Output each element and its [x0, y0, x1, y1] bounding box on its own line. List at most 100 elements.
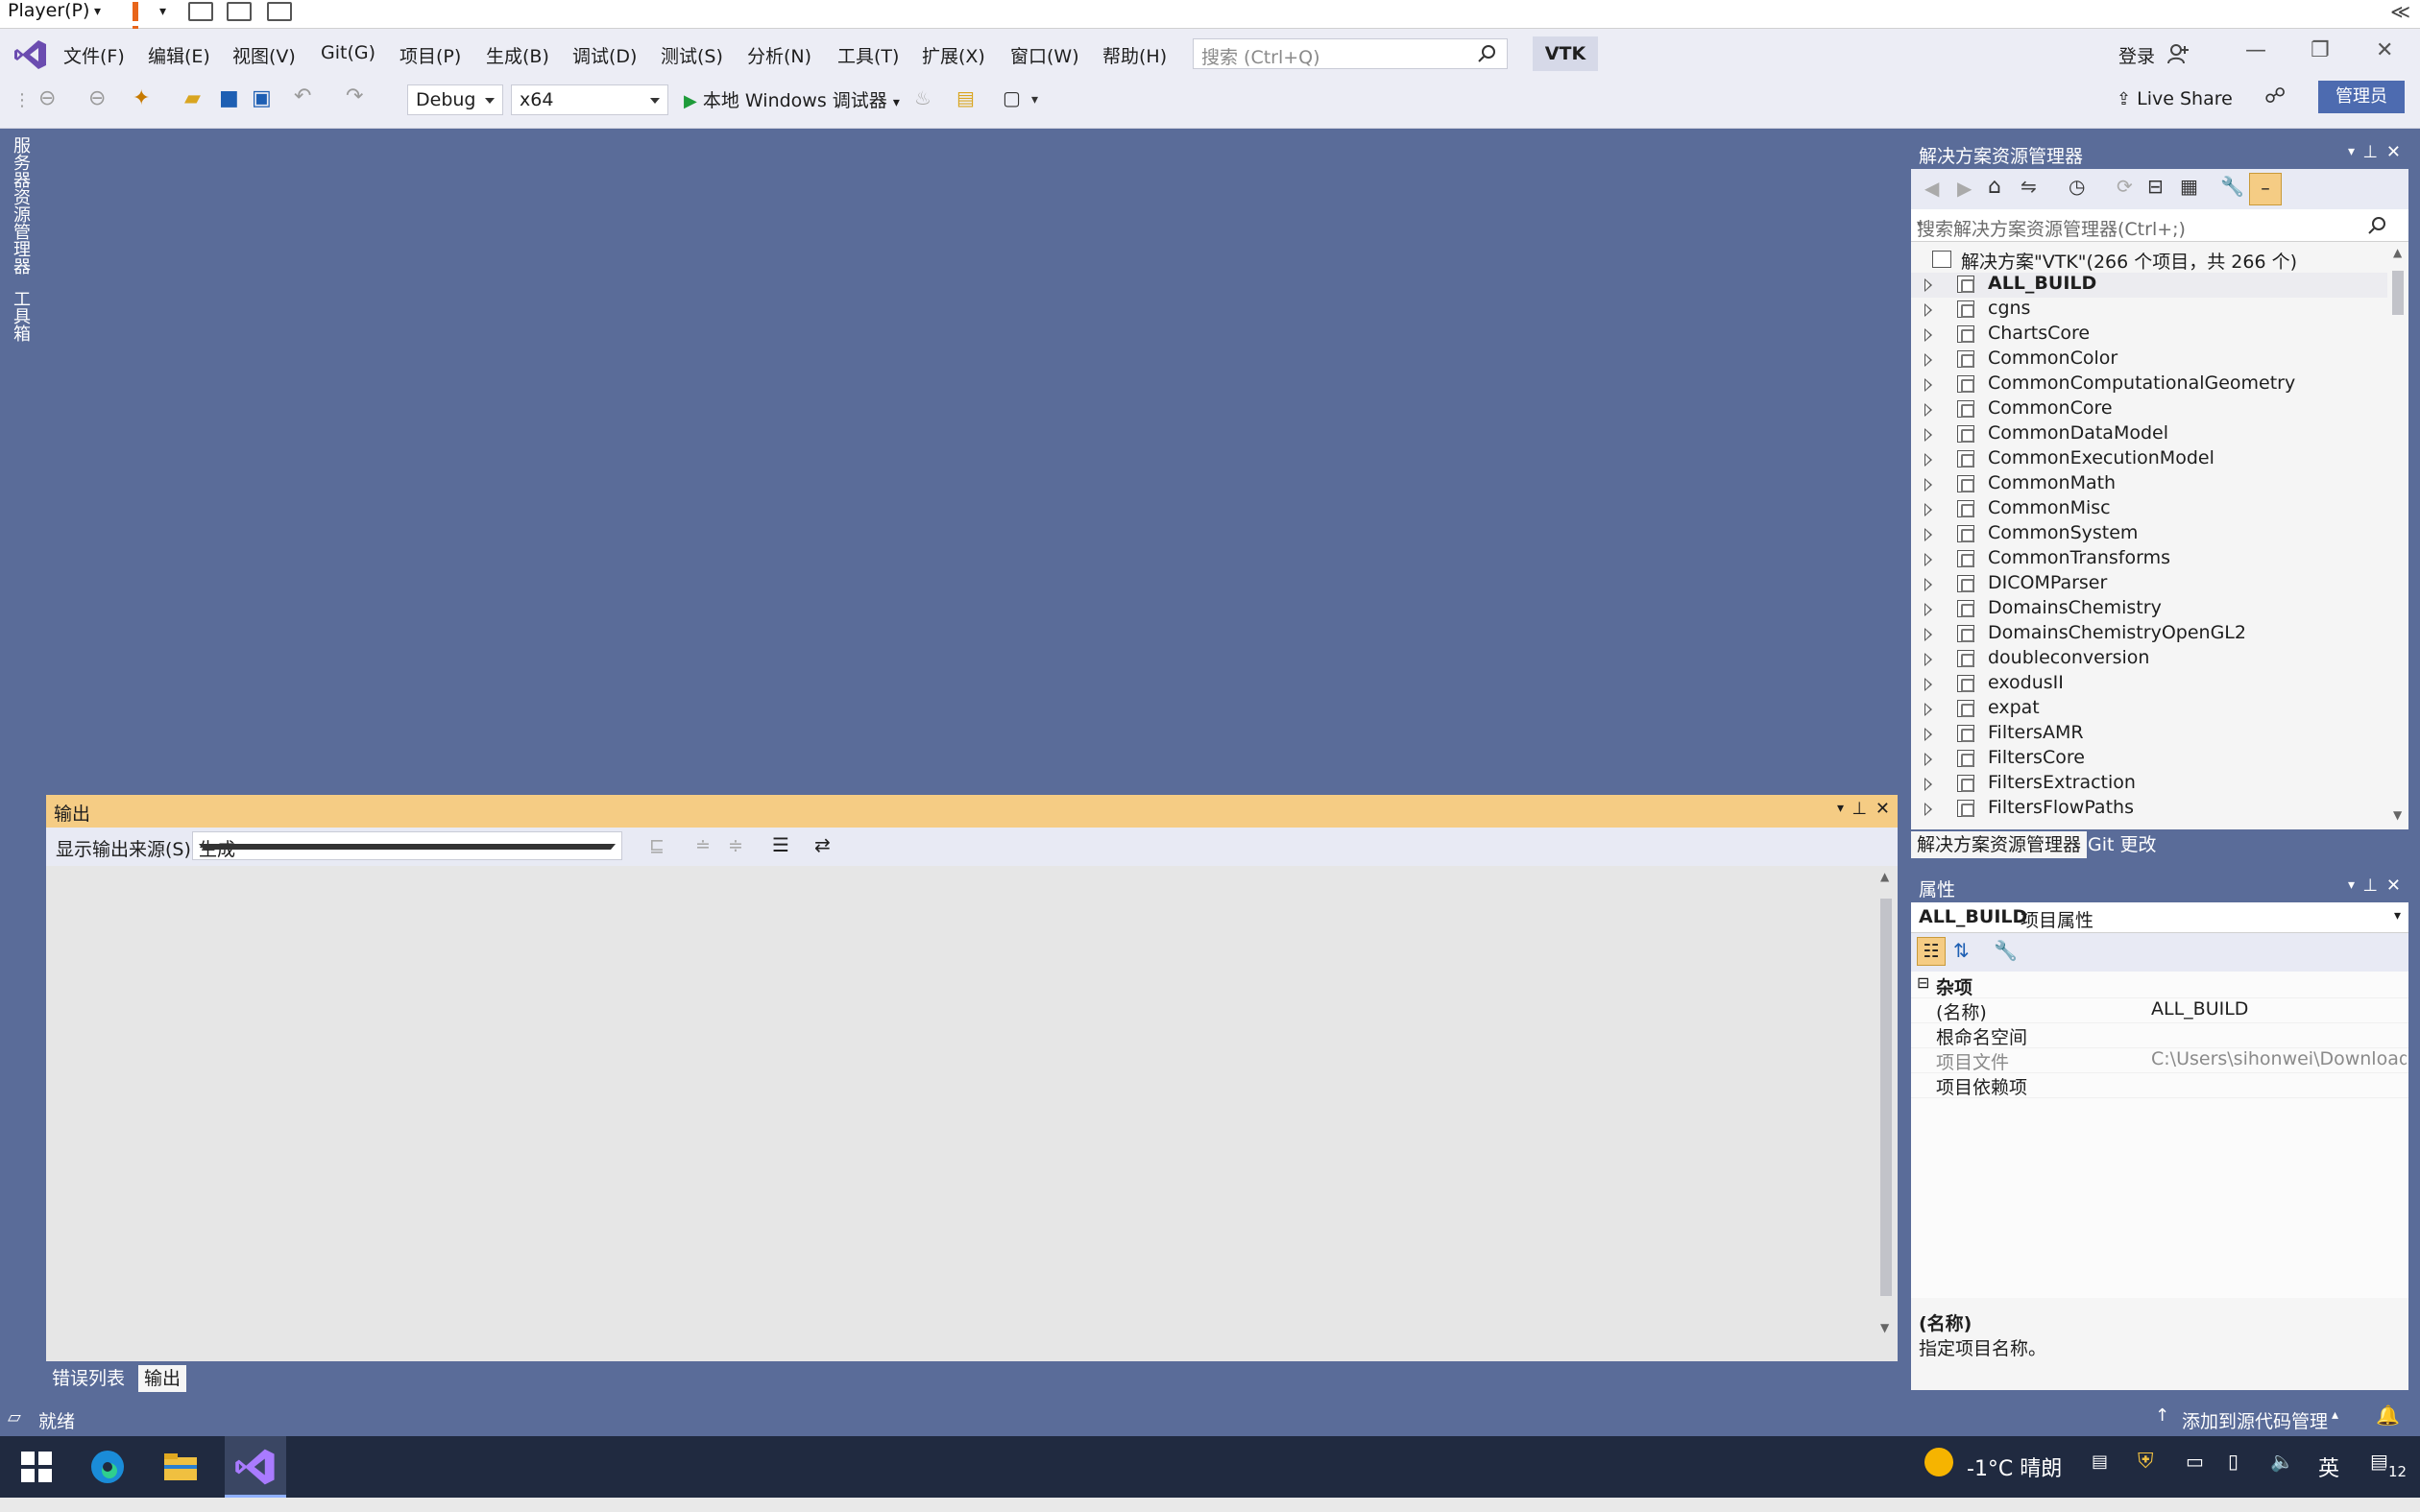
output-text-area[interactable]	[46, 866, 1898, 1361]
menu-analyze[interactable]: 分析(N)	[747, 42, 811, 68]
show-all-files-icon[interactable]: ▦	[2180, 175, 2198, 198]
property-row[interactable]: 项目依赖项	[1911, 1073, 2408, 1098]
menu-project[interactable]: 项目(P)	[399, 42, 461, 68]
find-in-files-icon[interactable]: ▤	[956, 86, 975, 109]
display-icon[interactable]: ▭	[2186, 1450, 2204, 1473]
expand-arrow-icon[interactable]	[1924, 778, 1932, 791]
server-explorer-tab[interactable]: 服务器资源管理器	[8, 136, 33, 275]
restore-icon[interactable]: ❐	[2311, 38, 2330, 62]
clear-all-icon[interactable]: ☰	[772, 833, 789, 856]
screenshot-icon[interactable]: ▢	[1003, 86, 1021, 109]
security-icon[interactable]: ⛨	[2138, 1450, 2154, 1474]
menu-test[interactable]: 测试(S)	[661, 42, 723, 68]
expand-arrow-icon[interactable]	[1924, 528, 1932, 541]
project-node[interactable]: FiltersExtraction	[1911, 772, 2387, 797]
sync-icon[interactable]: ⟳	[2117, 175, 2133, 198]
expand-arrow-icon[interactable]	[1924, 328, 1932, 342]
minimize-icon[interactable]: —	[2245, 38, 2266, 62]
send-ctrl-alt-del-icon[interactable]	[188, 2, 213, 21]
toolbar-overflow-icon[interactable]: ▾	[1031, 92, 1038, 108]
save-icon[interactable]: ■	[219, 86, 239, 110]
project-node[interactable]: CommonExecutionModel	[1911, 447, 2387, 472]
switch-views-icon[interactable]: ⇋	[2021, 175, 2037, 198]
project-node[interactable]: exodusII	[1911, 672, 2387, 697]
feedback-icon[interactable]: ☍	[2264, 84, 2286, 108]
expand-arrow-icon[interactable]	[1924, 653, 1932, 666]
menu-debug[interactable]: 调试(D)	[572, 42, 637, 68]
menu-tools[interactable]: 工具(T)	[837, 42, 899, 68]
project-node[interactable]: CommonCore	[1911, 397, 2387, 422]
window-position-icon[interactable]: ▾	[2348, 144, 2355, 159]
project-node[interactable]: DomainsChemistry	[1911, 597, 2387, 622]
visual-studio-taskbar-button[interactable]	[225, 1436, 286, 1498]
forward-icon[interactable]: ▶	[1957, 177, 1972, 200]
undo-icon[interactable]: ↶	[294, 84, 311, 108]
menu-extensions[interactable]: 扩展(X)	[922, 42, 985, 68]
pin-icon[interactable]: ⊥	[1851, 799, 1867, 819]
search-options-icon[interactable]: ▾	[1917, 217, 2405, 230]
collapse-icon[interactable]: ≪	[2390, 0, 2410, 23]
project-node[interactable]: DICOMParser	[1911, 572, 2387, 597]
unity-icon[interactable]	[267, 2, 292, 21]
output-vertical-scrollbar[interactable]: ▲ ▼	[1875, 866, 1898, 1342]
solution-tree-scrollbar[interactable]: ▲ ▼	[2387, 242, 2408, 829]
expand-arrow-icon[interactable]	[1924, 753, 1932, 766]
property-value[interactable]: ALL_BUILD	[2151, 998, 2407, 1020]
close-icon[interactable]: ✕	[2386, 142, 2401, 162]
solution-name-badge[interactable]: VTK	[1533, 36, 1598, 71]
project-node[interactable]: CommonMisc	[1911, 497, 2387, 522]
back-icon[interactable]: ◀	[1924, 177, 1939, 200]
live-share-button[interactable]: ⇪ Live Share	[2117, 88, 2233, 109]
expand-arrow-icon[interactable]	[1924, 503, 1932, 516]
weather-sun-icon[interactable]	[1924, 1448, 1953, 1476]
pause-dropdown-icon[interactable]: ▾	[159, 4, 166, 19]
property-row[interactable]: 项目文件 C:\Users\sihonwei\Downloads\V	[1911, 1048, 2408, 1073]
project-node[interactable]: cgns	[1911, 298, 2387, 323]
fullscreen-icon[interactable]	[227, 2, 252, 21]
tab-error-list[interactable]: 错误列表	[46, 1365, 131, 1392]
input-method-indicator[interactable]: 英	[2318, 1452, 2339, 1482]
project-node[interactable]: doubleconversion	[1911, 647, 2387, 672]
scroll-up-icon[interactable]: ▲	[1880, 870, 1889, 883]
home-icon[interactable]: ⌂	[1988, 175, 2001, 199]
open-file-icon[interactable]: ▰	[184, 86, 201, 110]
expand-arrow-icon[interactable]	[1924, 578, 1932, 591]
tab-solution-explorer[interactable]: 解决方案资源管理器	[1911, 831, 2088, 858]
collapse-all-icon[interactable]: ⊟	[2147, 175, 2164, 198]
add-account-icon[interactable]	[2166, 42, 2190, 65]
navigate-back-icon[interactable]: ⊖	[38, 86, 56, 110]
menu-edit[interactable]: 编辑(E)	[148, 42, 210, 68]
word-wrap-icon[interactable]: ⇄	[814, 833, 831, 856]
expand-arrow-icon[interactable]	[1924, 428, 1932, 442]
add-to-source-control-button[interactable]: 添加到源代码管理	[2182, 1407, 2328, 1433]
properties-icon[interactable]: 🔧	[2220, 175, 2244, 198]
notification-center-button[interactable]: ▤ 12	[2370, 1448, 2412, 1486]
property-value[interactable]: C:\Users\sihonwei\Downloads\V	[2151, 1048, 2407, 1069]
pin-icon[interactable]: ⊥	[2362, 876, 2378, 896]
output-source-select[interactable]: 生成	[192, 831, 622, 860]
close-icon[interactable]: ✕	[2386, 876, 2401, 896]
expand-arrow-icon[interactable]	[1924, 603, 1932, 616]
bell-icon[interactable]: 🔔	[2376, 1404, 2400, 1427]
pin-icon[interactable]: ⊥	[2362, 142, 2378, 162]
tab-git-changes[interactable]: Git 更改	[2082, 831, 2163, 858]
scroll-down-icon[interactable]: ▼	[2393, 808, 2402, 822]
sign-in-link[interactable]: 登录	[2118, 42, 2155, 68]
expand-arrow-icon[interactable]	[1924, 678, 1932, 691]
property-pages-icon[interactable]: 🔧	[1994, 939, 2018, 962]
menu-window[interactable]: 窗口(W)	[1010, 42, 1079, 68]
expand-arrow-icon[interactable]	[1924, 553, 1932, 566]
project-node[interactable]: expat	[1911, 697, 2387, 722]
admin-badge[interactable]: 管理员	[2318, 81, 2405, 113]
menu-file[interactable]: 文件(F)	[63, 42, 125, 68]
solution-explorer-search-input[interactable]: 搜索解决方案资源管理器(Ctrl+;) ▾	[1911, 209, 2408, 242]
expand-arrow-icon[interactable]	[1924, 628, 1932, 641]
hot-reload-icon[interactable]: ♨	[914, 86, 932, 109]
menu-build[interactable]: 生成(B)	[486, 42, 549, 68]
file-explorer-icon[interactable]	[159, 1446, 202, 1488]
menu-view[interactable]: 视图(V)	[232, 42, 296, 68]
platform-select[interactable]: x64	[511, 84, 668, 115]
start-debugging-button[interactable]: ▶ 本地 Windows 调试器 ▾	[684, 86, 900, 112]
expand-arrow-icon[interactable]	[1924, 378, 1932, 392]
tray-app-icon[interactable]: ▤	[2092, 1452, 2108, 1472]
